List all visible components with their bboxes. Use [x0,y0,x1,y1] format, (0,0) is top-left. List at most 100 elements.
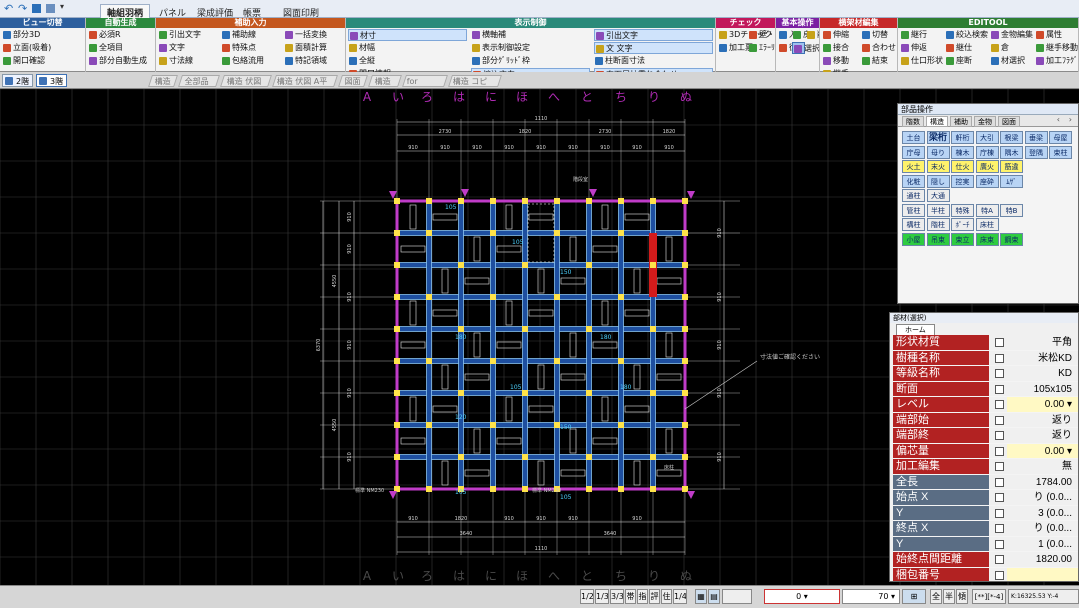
part-button[interactable]: 化粧 [902,174,925,188]
part-button[interactable]: 大引 [975,131,999,144]
view-tab-8[interactable]: 構造 コピー [448,75,502,98]
post[interactable] [586,326,592,332]
post[interactable] [490,230,496,236]
joist[interactable] [496,245,522,253]
joist[interactable] [560,469,586,477]
post[interactable] [490,294,496,300]
page-button[interactable]: 3/3 [610,589,624,604]
property-row[interactable]: 全長 1784.00 [893,474,1078,490]
post[interactable] [394,230,400,236]
part-button[interactable]: 吊束 [926,232,950,246]
post[interactable] [650,390,656,396]
ribbon-tab-5[interactable]: 図面印刷 [276,4,326,19]
post[interactable] [490,422,496,428]
page-button[interactable]: 指 [637,589,648,604]
post[interactable] [682,454,688,460]
property-row[interactable]: 始点 X り (0.0... [893,490,1078,506]
part-button[interactable]: 母屋 [1049,131,1072,144]
ribbon-button[interactable]: 属性 [1035,29,1076,41]
ribbon-button[interactable]: 寸法線 [158,55,217,67]
ribbon-button[interactable]: 特記領域 [284,55,343,67]
property-value[interactable]: 平角 [1007,335,1078,350]
part-button[interactable]: 特A [975,203,999,217]
post[interactable] [682,294,688,300]
post[interactable] [618,294,624,300]
chevron-down-icon[interactable]: ▾ [60,2,70,14]
joist[interactable] [473,332,481,358]
property-value[interactable]: 返り [1007,428,1078,443]
joist[interactable] [505,396,513,422]
property-value[interactable]: 無 [1007,459,1078,474]
post[interactable] [490,358,496,364]
zoom-fit-icon[interactable]: ⊞ [902,589,926,604]
post[interactable] [682,198,688,204]
property-row[interactable]: レベル 0.00 ▾ [893,397,1078,413]
view-mode-button[interactable]: 半 [943,589,955,604]
post[interactable] [682,422,688,428]
ribbon-button[interactable]: 入 [778,29,797,41]
horizontal-beam[interactable] [396,422,686,428]
joist[interactable] [441,268,449,294]
page-button[interactable]: 1/3 [595,589,609,604]
property-checkbox[interactable] [995,539,1004,549]
post[interactable] [618,198,624,204]
joist[interactable] [569,428,577,454]
value-selector[interactable]: 0 ▾ [764,589,840,604]
page-button[interactable]: 1/4 [673,589,687,604]
part-button[interactable]: 末火 [926,160,950,173]
post[interactable] [554,294,560,300]
property-value[interactable]: 1820.00 [1007,552,1078,567]
vertical-beam[interactable] [458,200,464,490]
post[interactable] [618,422,624,428]
joist[interactable] [432,309,458,317]
post[interactable] [650,326,656,332]
part-button[interactable]: 鋼束 [1000,232,1023,246]
joist[interactable] [432,405,458,413]
ribbon-button[interactable]: 一括変換 [284,29,343,41]
vertical-beam[interactable] [426,200,432,490]
part-button[interactable]: 庁母 [902,145,925,159]
post[interactable] [394,358,400,364]
ribbon-button[interactable]: 伸返 [900,42,941,54]
part-button[interactable]: 控実 [951,174,974,188]
ribbon-button[interactable]: 全縦 [348,55,467,67]
property-value[interactable]: り (0.0... [1007,521,1078,536]
property-row[interactable]: 偏芯量 0.00 ▾ [893,443,1078,459]
ribbon-button[interactable]: 材選択 [990,55,1031,67]
part-button[interactable]: 小屋 [902,232,925,246]
floor-3-tab[interactable]: 3階 [36,74,68,87]
part-button[interactable]: 軒桁 [951,131,974,144]
ribbon-button[interactable]: 仕口形状 [900,55,943,67]
ribbon-button[interactable]: 開口確認 [2,55,84,67]
joist[interactable] [592,437,618,445]
ribbon-button[interactable]: 必須R [88,29,154,41]
property-checkbox[interactable] [995,353,1004,363]
property-checkbox[interactable] [995,415,1004,425]
property-row[interactable]: 端部終 返り [893,428,1078,444]
ribbon-button[interactable]: 結束 [861,55,896,67]
part-button[interactable]: 大通 [926,189,950,202]
page-button[interactable]: 1/2 [580,589,594,604]
ribbon-button[interactable]: 材寸 [348,29,467,41]
joist[interactable] [505,300,513,326]
ribbon-button[interactable]: 選択 [792,42,819,54]
post[interactable] [426,422,432,428]
horizontal-beam[interactable] [396,230,686,236]
parts-tab-3[interactable]: 補助 [950,116,972,127]
property-value[interactable]: 1784.00 [1007,474,1078,489]
post[interactable] [394,198,400,204]
ribbon-button[interactable]: 倉 [990,42,1031,54]
joist[interactable] [409,204,417,230]
part-button[interactable]: 特B [1000,203,1023,217]
vertical-beam[interactable] [554,200,560,490]
joist[interactable] [537,268,545,294]
ribbon-button[interactable]: 文字 [158,42,217,54]
property-row[interactable]: 端部始 返り [893,412,1078,428]
part-button[interactable]: 隅木 [1000,145,1023,159]
post[interactable] [650,454,656,460]
ribbon-button[interactable]: 立面(吸着) [2,42,84,54]
post[interactable] [458,454,464,460]
property-checkbox[interactable] [995,493,1004,502]
ribbon-button[interactable]: 合わせ [861,42,896,54]
property-value[interactable]: 0.00 ▾ [1007,443,1078,458]
